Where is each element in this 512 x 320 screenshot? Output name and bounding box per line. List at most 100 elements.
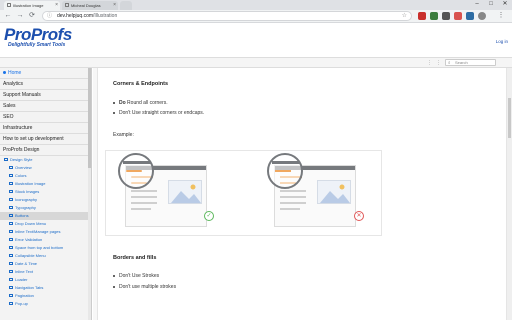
close-tab-icon[interactable]: × [113,2,116,8]
sidebar-subitem-label: Collapsible Menu [15,253,46,258]
sidebar-subitem[interactable]: Inline Text [0,268,91,276]
search-input[interactable]: ⌕ Search [445,59,496,66]
sidebar-subitem[interactable]: Illustration Image [0,180,91,188]
reload-button[interactable]: ⟳ [27,11,37,21]
mock-line [131,196,157,198]
profile-avatar[interactable] [478,12,486,20]
mock-line [280,208,300,210]
sidebar-item-infrastructure[interactable]: Infrastructure [0,123,91,134]
bullet-icon [113,111,115,114]
extension-icon[interactable] [466,12,474,20]
close-window-button[interactable]: ✕ [498,0,512,10]
more-icon[interactable]: ⋮ [427,60,432,66]
folder-icon [9,214,13,217]
tab-illustration-image[interactable]: Illustration Image × [4,1,60,10]
sidebar-subitem[interactable]: Inline Text/Manage pages [0,228,91,236]
sidebar-item-home[interactable]: Home [0,68,91,79]
sidebar-subitem[interactable]: Error Validation [0,236,91,244]
new-tab-button[interactable] [120,1,132,10]
list-item: Do Round all corners. [113,100,168,106]
sidebar-item-label: Design Style [10,157,33,162]
sidebar-subitem[interactable]: Overview [0,164,91,172]
forward-button[interactable]: → [15,11,25,21]
sidebar-item-support-manuals[interactable]: Support Manuals [0,90,91,101]
list-item-text: Don't use multiple strokes [119,284,177,290]
sidebar-item-proprofs-design[interactable]: ProProfs Design [0,145,91,156]
sidebar-subitem[interactable]: Collapsible Menu [0,252,91,260]
sidebar-subitem-label: Loader [15,277,28,282]
address-bar[interactable]: ⓘ dev.helpjuq.com/Illustration ☆ [42,11,412,21]
sidebar-subitem[interactable]: Buttons [0,212,91,220]
folder-icon [9,262,13,265]
sidebar-item-analytics[interactable]: Analytics [0,79,91,90]
lock-icon: ⓘ [47,13,53,19]
menu-icon[interactable]: ⋮ [496,11,506,21]
zoom-line [126,170,142,172]
tab-micheal-douglas[interactable]: Micheal Douglas × [62,1,118,10]
bullet-icon [113,101,115,104]
page-icon [65,3,69,7]
sidebar-group-design-style[interactable]: Design Style [0,156,91,164]
sidebar-subitem-label: Drop Down Menu [15,221,47,226]
top-strip: ⋮ ⋮ ⌕ Search [0,58,512,68]
login-link[interactable]: Log in [496,39,508,44]
mock-line [131,190,157,192]
sidebar-subitem[interactable]: Loader [0,276,91,284]
sidebar-subitem-label: Buttons [15,213,29,218]
minimize-button[interactable]: – [470,0,484,10]
zoom-circle [118,153,154,189]
list-item-text: Don't Use straight corners or endcaps. [119,110,205,116]
sidebar-subitem-label: Iconography [15,197,38,202]
sidebar-item-dev-setup[interactable]: How to set up development [0,134,91,145]
more-icon[interactable]: ⋮ [436,60,441,66]
sidebar-item-sales[interactable]: Sales [0,101,91,112]
sidebar-item-label: ProProfs Design [3,147,40,153]
bullet-icon [113,285,115,288]
mock-line [280,202,306,204]
sidebar-subitem[interactable]: Iconography [0,196,91,204]
sidebar-subitem[interactable]: Drop Down Menu [0,220,91,228]
sidebar-scrollbar[interactable] [88,68,91,320]
proprofs-logo[interactable]: ProProfs Delightfully Smart Tools [4,26,72,48]
main-content: Corners & Endpoints Do Round all corners… [93,68,512,320]
folder-icon [9,302,13,305]
maximize-button[interactable]: □ [484,0,498,10]
folder-icon [9,286,13,289]
sidebar-subitem-label: Navigation Tabs [15,285,44,290]
sidebar-item-label: Sales [3,103,16,109]
content-scrollbar[interactable] [507,68,512,320]
folder-icon [9,166,13,169]
sidebar-subitem[interactable]: Navigation Tabs [0,284,91,292]
folder-icon [9,190,13,193]
sidebar-subitem-label: Pagination [15,293,34,298]
sidebar-subitem[interactable]: Colors [0,172,91,180]
strong-text: Do [119,100,126,106]
extension-icon[interactable] [418,12,426,20]
list-item: Don't Use straight corners or endcaps. [113,110,204,116]
sidebar-subitem[interactable]: Date & Time [0,260,91,268]
check-icon: ✓ [204,211,214,221]
sidebar-subitem[interactable]: Pagination [0,292,91,300]
sidebar-subitem-label: Colors [15,173,27,178]
example-illustration: ✓ ✕ [105,150,382,236]
back-button[interactable]: ← [3,11,13,21]
bullet-icon [3,71,6,74]
close-tab-icon[interactable]: × [55,2,58,8]
content-scroll-thumb[interactable] [508,98,511,138]
sidebar-subitem-label: Inline Text/Manage pages [15,229,61,234]
sidebar-item-seo[interactable]: SEO [0,112,91,123]
sidebar-subitem[interactable]: Space from top and bottom [0,244,91,252]
article: Corners & Endpoints Do Round all corners… [97,68,507,320]
sidebar-subitem[interactable]: Stock Images [0,188,91,196]
extension-icon[interactable] [430,12,438,20]
extension-icon[interactable] [442,12,450,20]
sidebar-subitem[interactable]: Pop-up [0,300,91,308]
logo-tagline: Delightfully Smart Tools [8,42,66,48]
sidebar-item-label: Analytics [3,81,24,87]
star-icon[interactable]: ☆ [402,12,407,20]
mock-line [131,202,157,204]
extension-icon[interactable] [454,12,462,20]
sidebar-subitem[interactable]: Typography [0,204,91,212]
sidebar-item-label: Infrastructure [3,125,33,131]
sidebar-scroll-thumb[interactable] [88,68,91,168]
